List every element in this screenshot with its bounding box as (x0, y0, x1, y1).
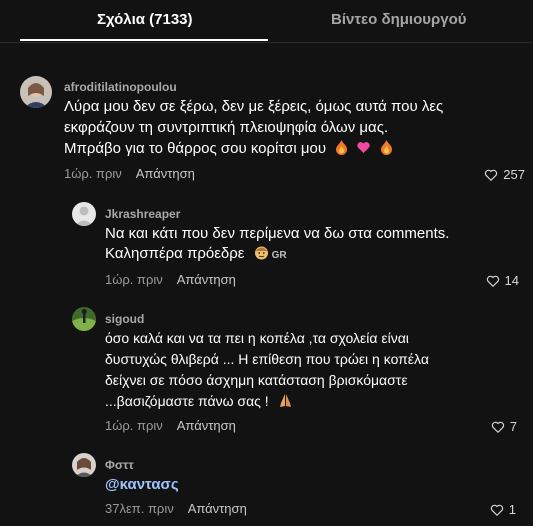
face-emoji-icon (254, 246, 268, 260)
reply-button[interactable]: Απάντηση (177, 418, 236, 433)
like-button[interactable]: 1 (490, 502, 516, 517)
comment-time: 1ώρ. πριν (64, 166, 122, 181)
comment-meta: 37λεπ. πριν Απάντηση (105, 501, 247, 516)
like-button[interactable]: 7 (491, 419, 517, 434)
comment-text-line-with-emoji: Μπράβο για το θάρρος σου κορίτσι μου (64, 138, 393, 159)
comment-text-line-with-emoji: ...βασιζόμαστε πάνω σας ! (105, 391, 293, 412)
like-count: 1 (508, 502, 516, 517)
comment-time: 1ώρ. πριν (105, 272, 163, 287)
comment-username[interactable]: Jkrashreaper (105, 207, 180, 221)
comment-meta: 1ώρ. πριν Απάντηση (105, 272, 236, 287)
comment-time: 37λεπ. πριν (105, 501, 174, 516)
comment-text: Καλησπέρα πρόεδρε (105, 245, 245, 262)
comment-username[interactable]: afroditilatinopoulou (64, 80, 177, 94)
tab-bar: Σχόλια (7133) Βίντεο δημιουργού (0, 0, 533, 43)
comment-text-line: δείχνει σε πόσο άσχημη κατάσταση βρισκόμ… (105, 372, 408, 388)
comment-text-line: Να και κάτι που δεν περίμενα να δω στα c… (105, 225, 450, 242)
heart-icon (490, 504, 503, 516)
heart-icon (485, 169, 498, 181)
heart-icon (486, 275, 499, 287)
like-count: 257 (503, 167, 525, 182)
country-badge: GR (271, 250, 287, 261)
active-tab-indicator (20, 39, 268, 41)
pink-heart-emoji-icon (357, 142, 371, 153)
comment-text-line: Λύρα μου δεν σε ξέρω, δεν με ξέρεις, όμω… (64, 98, 444, 115)
heart-icon (491, 421, 504, 433)
reply-button[interactable]: Απάντηση (177, 272, 236, 287)
comment-meta: 1ώρ. πριν Απάντηση (105, 418, 236, 433)
comment-text-line: δυστυχώς θλιβερά ... Η επίθεση που τρώει… (105, 351, 429, 367)
like-count: 7 (509, 419, 517, 434)
comment-text-line: εκφράζουν τη συντριπτική πλειοψηφία όλων… (64, 119, 389, 136)
fire-emoji-icon (336, 140, 348, 155)
comment-time: 1ώρ. πριν (105, 418, 163, 433)
tab-creator-videos[interactable]: Βίντεο δημιουργού (331, 11, 467, 28)
mention-link[interactable]: @καντασς (105, 474, 179, 495)
like-button[interactable]: 14 (486, 273, 519, 288)
reply-button[interactable]: Απάντηση (136, 166, 195, 181)
comment-username[interactable]: sigoud (105, 312, 144, 326)
avatar[interactable] (20, 76, 52, 108)
avatar[interactable] (72, 202, 96, 226)
tab-comments[interactable]: Σχόλια (7133) (97, 11, 193, 28)
comment-text: ...βασιζόμαστε πάνω σας ! (105, 393, 269, 409)
reply-button[interactable]: Απάντηση (188, 501, 247, 516)
fire-emoji-icon (380, 140, 392, 155)
praying-hands-emoji-icon (279, 394, 291, 407)
comment-text-line-with-emoji: Καλησπέρα πρόεδρε GR (105, 243, 287, 266)
comment-text-line: όσο καλά και να τα πει η κοπέλα ,τα σχολ… (105, 330, 409, 346)
avatar[interactable] (72, 307, 96, 331)
comment-username[interactable]: Φσττ (105, 458, 134, 472)
comment-meta: 1ώρ. πριν Απάντηση (64, 166, 195, 181)
like-button[interactable]: 257 (484, 167, 525, 182)
like-count: 14 (504, 273, 519, 288)
avatar[interactable] (72, 453, 96, 477)
comment-text: Μπράβο για το θάρρος σου κορίτσι μου (64, 140, 327, 157)
